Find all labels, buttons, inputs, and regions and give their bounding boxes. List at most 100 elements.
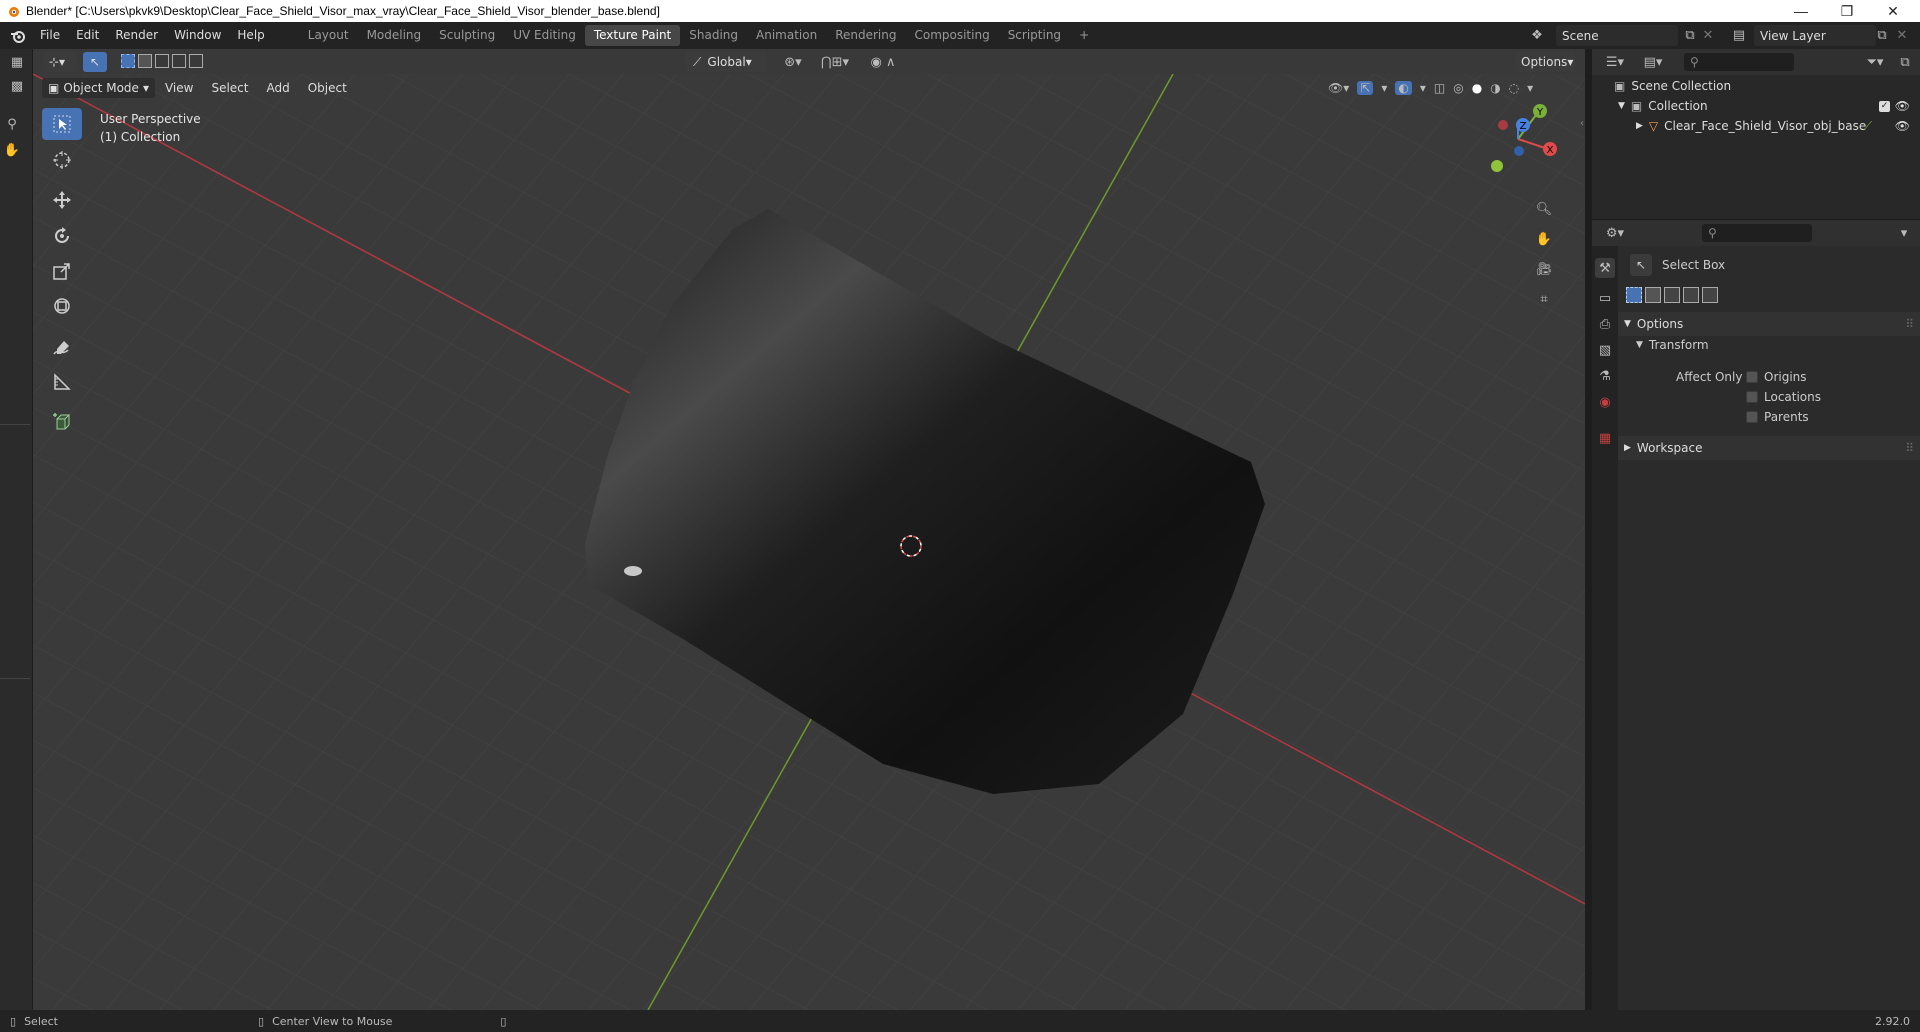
object-visibility-icon[interactable]: 👁︎: [1895, 119, 1910, 133]
collection-exclude-checkbox[interactable]: ✓: [1879, 100, 1890, 112]
parents-option[interactable]: Parents: [1746, 410, 1809, 424]
pan-view-icon[interactable]: ✋: [1533, 228, 1555, 250]
locations-option[interactable]: Locations: [1746, 390, 1821, 404]
measure-tool[interactable]: [42, 366, 82, 398]
origins-option[interactable]: Origins: [1746, 370, 1807, 384]
view-layer-icon[interactable]: ▤: [1724, 25, 1754, 46]
mode-new-icon[interactable]: [121, 54, 135, 68]
view-layer-new-icon[interactable]: ⧉: [1872, 25, 1892, 46]
overlay-toggle-icon[interactable]: ◐: [1395, 81, 1412, 95]
parents-checkbox[interactable]: [1746, 411, 1758, 423]
viewport-menu-add[interactable]: Add: [258, 78, 297, 98]
pivot-point-icon[interactable]: ⊛▾: [773, 52, 813, 72]
world-tab-icon[interactable]: ◉: [1595, 392, 1615, 412]
gizmo-neg-z-icon[interactable]: [1514, 146, 1524, 156]
scene-icon[interactable]: ❖: [1524, 25, 1550, 46]
viewport-menu-object[interactable]: Object: [300, 78, 355, 98]
expand-object-icon[interactable]: ▶: [1636, 121, 1643, 131]
transform-subpanel-header[interactable]: ▼ Transform: [1636, 338, 1709, 352]
material-shading-icon[interactable]: ◑: [1490, 81, 1500, 95]
select-box-tool[interactable]: [42, 108, 82, 140]
workspace-drag-handle[interactable]: ⠿: [1905, 441, 1914, 455]
annotate-tool[interactable]: [42, 332, 82, 364]
viewport-menu-select[interactable]: Select: [203, 78, 256, 98]
maximize-button[interactable]: ❐: [1824, 0, 1870, 22]
tool-mode-subtract-icon[interactable]: [1664, 287, 1680, 303]
gizmo-neg-x-icon[interactable]: [1498, 120, 1508, 130]
scene-selector[interactable]: Scene: [1556, 25, 1678, 46]
shading-dropdown-icon[interactable]: ▾: [1527, 81, 1533, 95]
tab-sculpting[interactable]: Sculpting: [430, 25, 504, 46]
tool-mode-difference-icon[interactable]: [1683, 287, 1699, 303]
locations-checkbox[interactable]: [1746, 391, 1758, 403]
transform-orientation-dropdown[interactable]: ⟋ Global ▾: [685, 52, 767, 72]
sidebar-toggle-icon[interactable]: ‹: [1576, 113, 1588, 133]
viewport-menu-view[interactable]: View: [157, 78, 201, 98]
workspace-panel-header[interactable]: ▶ Workspace ⠿: [1618, 436, 1920, 460]
outliner-row-scene-collection[interactable]: ▣ Scene Collection: [1592, 76, 1920, 96]
zoom-view-icon[interactable]: 🔍︎: [1533, 198, 1555, 220]
tab-texture-paint[interactable]: Texture Paint: [584, 25, 681, 46]
texture-tab-icon[interactable]: ▦: [1595, 428, 1615, 448]
move-tool[interactable]: [42, 184, 82, 216]
output-tab-icon[interactable]: ⎙: [1595, 314, 1615, 334]
viewport-editor-type-button[interactable]: ⊹▾: [43, 52, 77, 72]
properties-editor-type-icon[interactable]: ⚙▾: [1600, 223, 1630, 243]
origins-checkbox[interactable]: [1746, 371, 1758, 383]
navigation-gizmo[interactable]: X Y Z: [1473, 94, 1563, 184]
outliner-row-object[interactable]: ▶ ▽ Clear_Face_Shield_Visor_obj_base ⟋ 👁…: [1592, 116, 1920, 136]
tool-tab-icon[interactable]: ⚒: [1595, 258, 1615, 278]
view-layer-close-icon[interactable]: ✕: [1894, 25, 1910, 46]
gizmo-toggle-icon[interactable]: ⇱: [1357, 81, 1374, 95]
texture-grid-icon[interactable]: ▩: [6, 77, 28, 95]
cursor-tool[interactable]: [42, 144, 82, 176]
tab-shading[interactable]: Shading: [680, 25, 747, 46]
overlay-dropdown-icon[interactable]: ▾: [1420, 81, 1426, 95]
transform-tool[interactable]: [42, 290, 82, 322]
tab-layout[interactable]: Layout: [299, 25, 358, 46]
view-layer-selector[interactable]: View Layer: [1754, 25, 1876, 46]
menu-edit[interactable]: Edit: [68, 22, 107, 49]
new-collection-icon[interactable]: ⧉: [1894, 52, 1916, 72]
close-button[interactable]: ✕: [1870, 0, 1916, 22]
wireframe-shading-icon[interactable]: ◎: [1453, 81, 1463, 95]
hand-icon[interactable]: ✋: [2, 141, 22, 159]
tab-compositing[interactable]: Compositing: [905, 25, 998, 46]
ortho-toggle-icon[interactable]: ⌗: [1533, 288, 1555, 310]
rotate-tool[interactable]: [42, 220, 82, 252]
mode-extend-icon[interactable]: [138, 54, 152, 68]
scene-new-icon[interactable]: ⧉: [1680, 25, 1700, 46]
menu-render[interactable]: Render: [107, 22, 166, 49]
scene-close-icon[interactable]: ✕: [1700, 25, 1716, 46]
properties-options-icon[interactable]: ▾: [1894, 223, 1914, 243]
gizmo-neg-y-icon[interactable]: [1491, 160, 1503, 172]
view-layer-tab-icon[interactable]: ▧: [1595, 340, 1615, 360]
select-mode-icon[interactable]: ↖: [83, 52, 107, 72]
editor-type-icon[interactable]: ▦: [6, 53, 28, 71]
options-panel-header[interactable]: ▼ Options ⠿: [1618, 312, 1920, 336]
outliner-editor-type-icon[interactable]: ☰▾: [1600, 52, 1630, 72]
tab-uv-editing[interactable]: UV Editing: [504, 25, 585, 46]
menu-help[interactable]: Help: [229, 22, 272, 49]
display-mode-icon[interactable]: ▤▾: [1638, 52, 1668, 72]
collection-visibility-icon[interactable]: 👁︎: [1895, 99, 1910, 113]
visibility-icon[interactable]: 👁︎▾: [1328, 81, 1349, 95]
scale-tool[interactable]: [42, 255, 82, 287]
outliner-search-input[interactable]: ⚲: [1684, 53, 1794, 71]
tab-rendering[interactable]: Rendering: [826, 25, 905, 46]
zoom-icon[interactable]: ⚲: [2, 115, 22, 133]
render-tab-icon[interactable]: ▭: [1595, 288, 1615, 308]
tab-animation[interactable]: Animation: [747, 25, 826, 46]
options-dropdown[interactable]: Options ▾: [1515, 52, 1575, 72]
gizmo-dropdown-icon[interactable]: ▾: [1381, 81, 1387, 95]
expand-collection-icon[interactable]: ▼: [1618, 101, 1625, 111]
filter-icon[interactable]: ⏷▾: [1860, 52, 1890, 72]
3d-viewport[interactable]: X Y Z 🔍︎ ✋ 🎥︎ ⌗: [33, 74, 1585, 1010]
tool-mode-new-icon[interactable]: [1626, 287, 1642, 303]
tab-scripting[interactable]: Scripting: [999, 25, 1070, 46]
options-drag-handle[interactable]: ⠿: [1905, 317, 1914, 331]
add-workspace-button[interactable]: +: [1070, 25, 1098, 46]
object-mode-dropdown[interactable]: ▣ Object Mode ▾: [42, 78, 155, 98]
tool-mode-intersect-icon[interactable]: [1702, 287, 1718, 303]
viewport-canvas[interactable]: [33, 74, 1585, 1010]
